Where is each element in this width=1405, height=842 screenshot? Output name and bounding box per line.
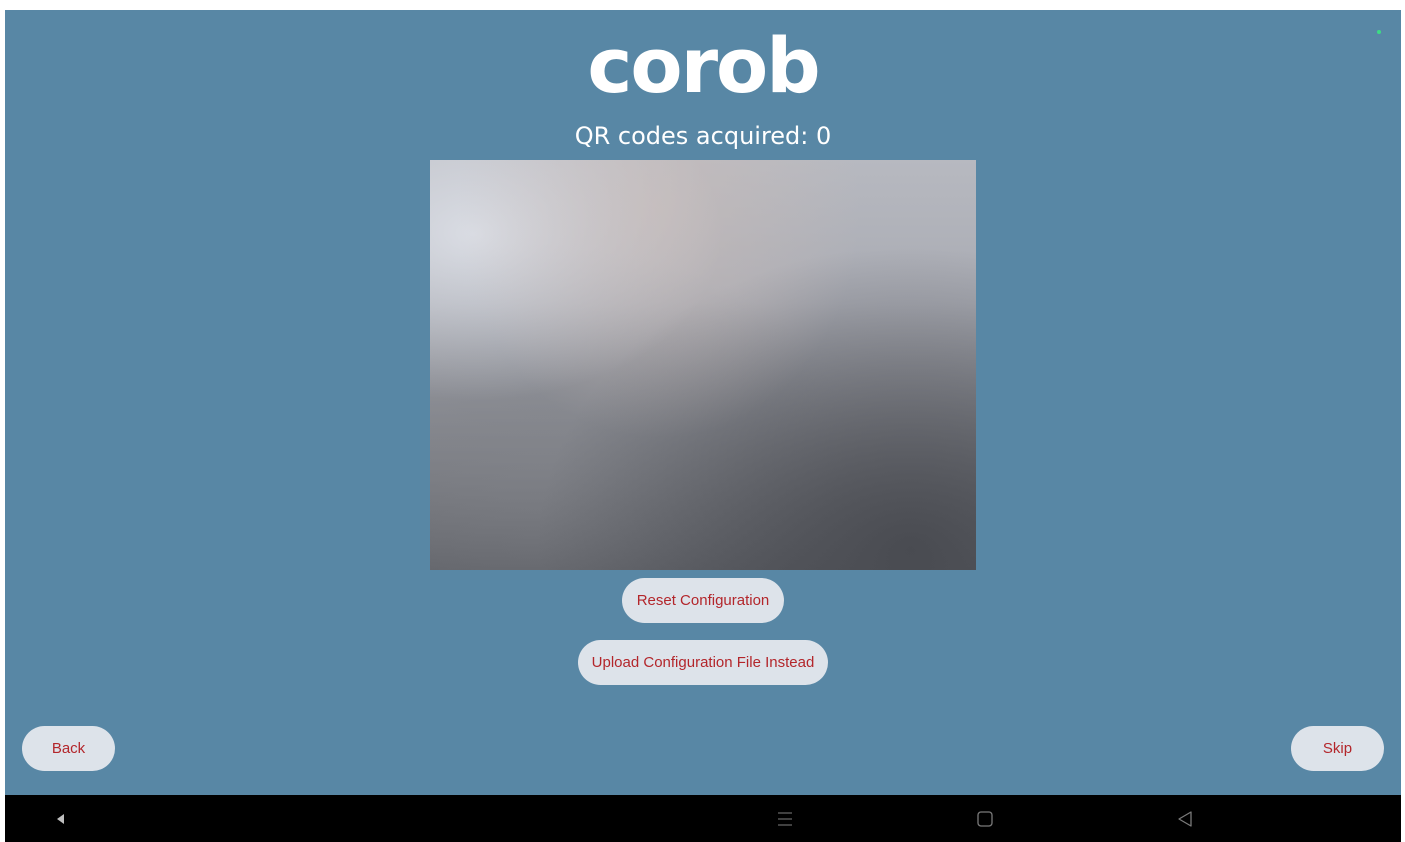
square-home-icon[interactable]: [965, 795, 1005, 842]
device-screen: corob QR codes acquired: 0 Reset Configu…: [5, 10, 1401, 842]
app-area: corob QR codes acquired: 0 Reset Configu…: [5, 10, 1401, 795]
upload-configuration-file-button[interactable]: Upload Configuration File Instead: [578, 640, 828, 685]
back-button[interactable]: Back: [22, 726, 115, 771]
qr-codes-acquired-label: QR codes acquired: 0: [574, 122, 832, 150]
system-navigation-bar: [5, 795, 1401, 842]
corob-logo: corob: [587, 21, 820, 110]
menu-lines-icon[interactable]: [765, 795, 805, 842]
camera-preview: [430, 160, 976, 570]
reset-configuration-button[interactable]: Reset Configuration: [622, 578, 784, 623]
skip-button[interactable]: Skip: [1291, 726, 1384, 771]
triangle-back-icon[interactable]: [1165, 795, 1205, 842]
triangle-left-icon[interactable]: [41, 795, 81, 842]
